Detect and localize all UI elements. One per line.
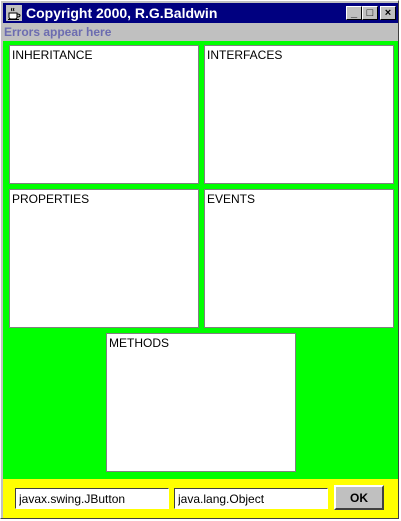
- maximize-button[interactable]: □: [362, 6, 378, 20]
- class-name-input[interactable]: [15, 488, 169, 509]
- properties-label: PROPERTIES: [12, 192, 90, 206]
- interfaces-panel[interactable]: INTERFACES: [204, 45, 394, 184]
- properties-panel[interactable]: PROPERTIES: [9, 189, 199, 328]
- close-button[interactable]: ×: [380, 6, 396, 20]
- window-title: Copyright 2000, R.G.Baldwin: [26, 5, 218, 21]
- application-window: Copyright 2000, R.G.Baldwin _ □ × Errors…: [0, 0, 399, 519]
- stop-class-input[interactable]: [174, 488, 328, 509]
- methods-panel[interactable]: METHODS: [106, 333, 296, 472]
- ok-button[interactable]: OK: [334, 485, 384, 510]
- minimize-button[interactable]: _: [346, 6, 362, 20]
- title-bar[interactable]: Copyright 2000, R.G.Baldwin _ □ ×: [3, 3, 398, 23]
- error-message: Errors appear here: [4, 25, 112, 39]
- inheritance-panel[interactable]: INHERITANCE: [9, 45, 199, 184]
- interfaces-label: INTERFACES: [207, 48, 283, 62]
- events-panel[interactable]: EVENTS: [204, 189, 394, 328]
- java-coffee-cup-icon[interactable]: [6, 5, 22, 21]
- events-label: EVENTS: [207, 192, 256, 206]
- error-bar: Errors appear here: [3, 24, 398, 41]
- input-bar: OK: [3, 479, 398, 518]
- content-area: INHERITANCE INTERFACES PROPERTIES EVENTS…: [3, 41, 398, 479]
- methods-label: METHODS: [109, 336, 169, 350]
- inheritance-label: INHERITANCE: [12, 48, 93, 62]
